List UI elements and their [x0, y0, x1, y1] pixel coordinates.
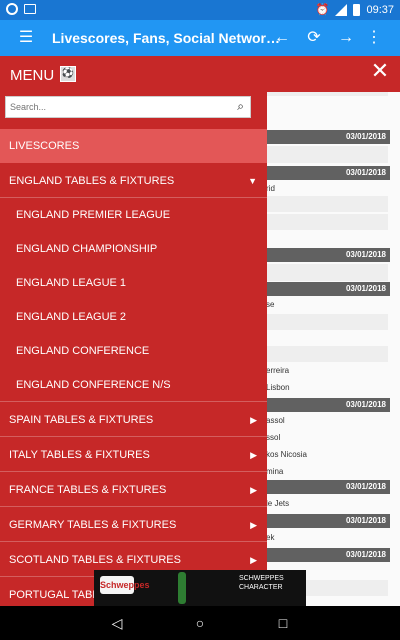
app-toolbar: ☰ Livescores, Fans, Social Networ… ← ⟳ →… — [0, 20, 400, 56]
team-name: assol — [266, 416, 285, 425]
ad-line2: CHARACTER — [239, 584, 283, 591]
caret-down-icon: ▼ — [248, 176, 257, 186]
caret-right-icon: ▶ — [250, 450, 257, 460]
menu-item-label: ENGLAND LEAGUE 1 — [16, 277, 127, 289]
search-icon[interactable]: ⌕ — [237, 99, 244, 114]
team-name: rid — [266, 184, 275, 193]
menu-item-england-conference-ns[interactable]: ENGLAND CONFERENCE N/S — [0, 368, 267, 402]
date-header: 03/01/2018 — [250, 548, 390, 562]
team-name: mina — [266, 467, 284, 476]
clock: 09:37 — [366, 3, 394, 16]
team-name: le Jets — [266, 499, 290, 508]
recents-icon[interactable]: □ — [274, 614, 292, 632]
menu-item-label: ENGLAND CONFERENCE N/S — [16, 379, 171, 391]
app-screen: ⏰ 09:37 ☰ Livescores, Fans, Social Netwo… — [0, 0, 400, 640]
menu-item-label: ENGLAND CONFERENCE — [16, 345, 150, 357]
caret-right-icon: ▶ — [250, 415, 257, 425]
bottle-image — [178, 572, 186, 604]
menu-item-label: ENGLAND CHAMPIONSHIP — [16, 243, 158, 255]
search-input[interactable] — [10, 100, 220, 114]
menu-item-germany-tables[interactable]: GERMARY TABLES & FIXTURES ▶ — [0, 508, 267, 542]
team-name: erreira — [266, 366, 290, 375]
menu-item-label: GERMARY TABLES & FIXTURES — [9, 519, 177, 531]
list-row — [266, 314, 388, 330]
menu-item-label: SPAIN TABLES & FIXTURES — [9, 414, 154, 426]
status-bar: ⏰ 09:37 — [0, 0, 400, 20]
date-header: 03/01/2018 — [250, 514, 390, 528]
ad-text: SCHWEPPES CHARACTER — [239, 574, 284, 592]
menu-item-england-league-2[interactable]: ENGLAND LEAGUE 2 — [0, 300, 267, 334]
menu-item-england-conference[interactable]: ENGLAND CONFERENCE — [0, 334, 267, 368]
menu-item-livescores[interactable]: LIVESCORES — [0, 129, 267, 163]
notification-icon — [6, 3, 18, 15]
date-header: 03/01/2018 — [250, 282, 390, 296]
menu-item-spain-tables[interactable]: SPAIN TABLES & FIXTURES ▶ — [0, 403, 267, 437]
arrow-left-icon[interactable]: ← — [272, 28, 292, 48]
menu-item-label: LIVESCORES — [9, 140, 80, 152]
menu-item-label: ENGLAND TABLES & FIXTURES — [9, 175, 175, 187]
date-header: 03/01/2018 — [250, 398, 390, 412]
team-name: ssol — [266, 433, 281, 442]
home-icon[interactable]: ○ — [191, 614, 209, 632]
battery-icon — [353, 3, 361, 16]
team-name: ek — [266, 533, 275, 542]
team-name: kos Nicosia — [266, 450, 307, 459]
more-vert-icon[interactable]: ⋮ — [364, 28, 384, 48]
date-header: 03/01/2018 — [250, 166, 390, 180]
menu-item-label: ENGLAND LEAGUE 2 — [16, 311, 127, 323]
image-icon — [24, 4, 36, 14]
list-row — [266, 196, 388, 212]
menu-item-england-championship[interactable]: ENGLAND CHAMPIONSHIP — [0, 232, 267, 266]
list-row — [266, 264, 388, 281]
ad-logo: Schweppes — [100, 576, 150, 594]
menu-item-label: SCOTLAND TABLES & FIXTURES — [9, 554, 181, 566]
close-icon[interactable]: ✕ — [370, 60, 390, 82]
menu-item-italy-tables[interactable]: ITALY TABLES & FIXTURES ▶ — [0, 438, 267, 472]
menu-item-label: ENGLAND PREMIER LEAGUE — [16, 209, 171, 221]
signal-icon — [335, 3, 348, 16]
refresh-icon[interactable]: ⟳ — [304, 28, 324, 48]
list-row — [266, 346, 388, 362]
menu-item-france-tables[interactable]: FRANCE TABLES & FIXTURES ▶ — [0, 473, 267, 507]
back-icon[interactable]: ◁ — [108, 614, 126, 632]
navigation-drawer: MENU ⚽ ⌕ LIVESCORES ENGLAND TABLES & FIX… — [0, 56, 267, 606]
team-name: se — [266, 300, 275, 309]
caret-right-icon: ▶ — [250, 520, 257, 530]
system-nav-bar: ◁ ○ □ — [0, 606, 400, 640]
menu-title: MENU — [10, 67, 55, 84]
caret-right-icon: ▶ — [250, 485, 257, 495]
list-row — [266, 214, 388, 230]
ad-banner[interactable]: Schweppes SCHWEPPES CHARACTER — [94, 570, 306, 606]
menu-item-england-premier-league[interactable]: ENGLAND PREMIER LEAGUE — [0, 198, 267, 232]
team-name: Lisbon — [266, 383, 290, 392]
date-header: 03/01/2018 — [250, 480, 390, 494]
menu-item-label: ITALY TABLES & FIXTURES — [9, 449, 150, 461]
page-title: Livescores, Fans, Social Networ… — [52, 30, 280, 46]
ball-icon: ⚽ — [60, 66, 76, 82]
alarm-icon: ⏰ — [315, 4, 330, 16]
search-box: ⌕ — [5, 96, 251, 118]
menu-item-england-league-1[interactable]: ENGLAND LEAGUE 1 — [0, 266, 267, 300]
date-header: 03/01/2018 — [250, 130, 390, 144]
menu-item-label: FRANCE TABLES & FIXTURES — [9, 484, 167, 496]
list-row — [266, 146, 388, 163]
menu-item-england-tables[interactable]: ENGLAND TABLES & FIXTURES ▼ — [0, 164, 267, 198]
date-header: 03/01/2018 — [250, 248, 390, 262]
ad-line1: SCHWEPPES — [239, 575, 284, 582]
arrow-right-icon[interactable]: → — [336, 28, 356, 48]
hamburger-icon[interactable]: ☰ — [16, 28, 36, 48]
